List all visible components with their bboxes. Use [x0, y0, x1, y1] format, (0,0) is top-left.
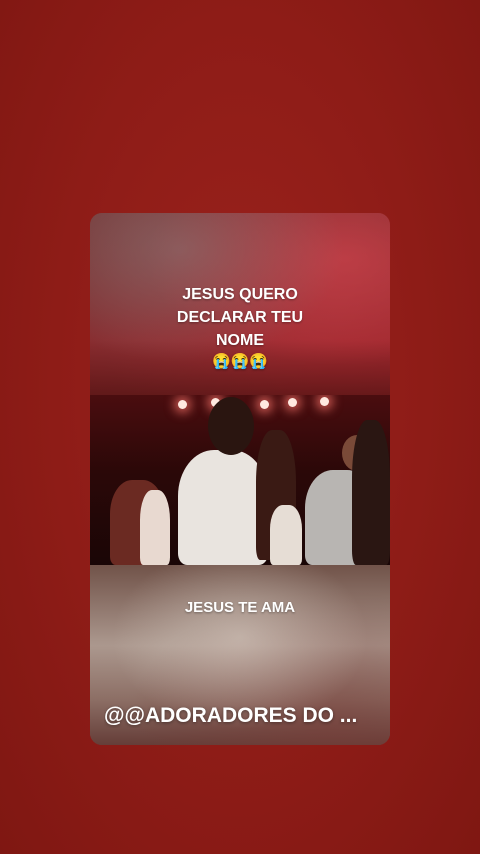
story-headline: JESUS QUERO DECLARAR TEU NOME 😭😭😭: [90, 283, 390, 372]
headline-line-3: NOME: [216, 332, 264, 349]
worship-video[interactable]: [90, 395, 390, 565]
stage-light: [178, 400, 187, 409]
crowd-person: [352, 420, 390, 565]
story-card[interactable]: JESUS QUERO DECLARAR TEU NOME 😭😭😭 JESUS: [90, 213, 390, 745]
stage-light: [260, 400, 269, 409]
headline-line-2: DECLARAR TEU: [176, 309, 304, 326]
crowd-person: [140, 490, 170, 565]
stage-light: [288, 398, 297, 407]
story-viewer-background: JESUS QUERO DECLARAR TEU NOME 😭😭😭 JESUS: [0, 0, 480, 854]
singer-head: [208, 397, 254, 455]
account-handle[interactable]: @@ADORADORES DO ...: [104, 704, 376, 728]
stage-light: [320, 397, 329, 406]
crowd-person: [270, 505, 302, 565]
headline-line-1: JESUS QUERO: [182, 286, 298, 303]
crying-emojis: 😭😭😭: [211, 353, 269, 370]
singer: [178, 450, 268, 565]
story-caption: JESUS TE AMA: [184, 599, 296, 616]
